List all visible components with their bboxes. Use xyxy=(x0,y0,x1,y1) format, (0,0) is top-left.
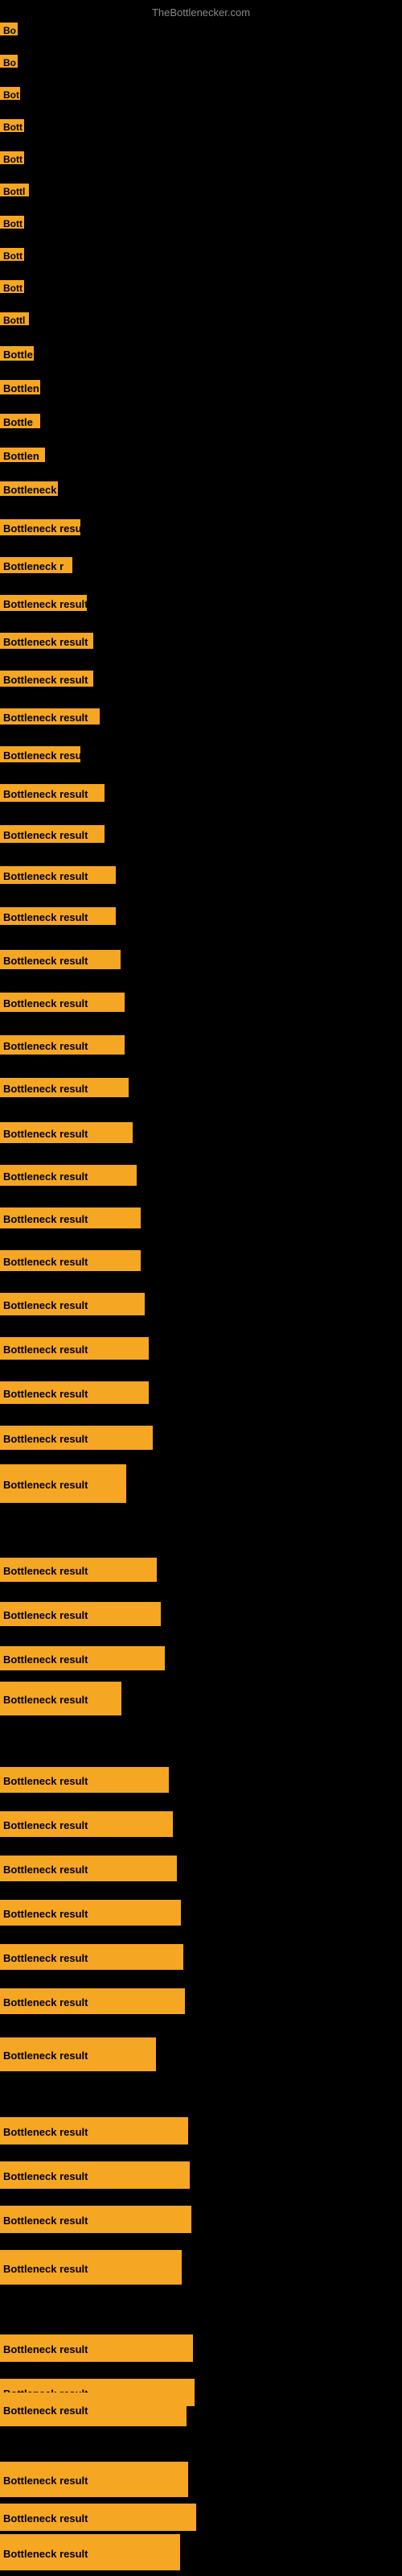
bottleneck-result-item: Bottleneck result xyxy=(0,2534,180,2570)
bottleneck-result-item: Bott xyxy=(0,248,24,261)
bottleneck-result-item: Bottleneck result xyxy=(0,1250,141,1271)
bottleneck-result-item: Bottleneck result xyxy=(0,1558,157,1582)
bottleneck-result-item: Bott xyxy=(0,119,24,132)
bottleneck-result-item: Bottleneck result xyxy=(0,1035,125,1055)
bottleneck-result-item: Bottleneck result xyxy=(0,2392,187,2426)
site-title: TheBottlenecker.com xyxy=(152,6,250,19)
bottleneck-result-item: Bottleneck result xyxy=(0,1208,141,1228)
bottleneck-result-item: Bottleneck result xyxy=(0,1122,133,1143)
bottleneck-result-item: Bottleneck result xyxy=(0,825,105,843)
bottleneck-result-item: Bottleneck result xyxy=(0,1293,145,1315)
bottleneck-result-item: Bottleneck result xyxy=(0,2462,188,2497)
bottleneck-result-item: Bot xyxy=(0,87,20,100)
bottleneck-result-item: Bottleneck result xyxy=(0,907,116,925)
bottleneck-result-item: Bottleneck result xyxy=(0,866,116,884)
bottleneck-result-item: Bottl xyxy=(0,184,29,196)
bottleneck-result-item: Bottleneck result xyxy=(0,708,100,724)
bottleneck-result-item: Bottleneck result xyxy=(0,2117,188,2145)
bottleneck-result-item: Bottleneck result xyxy=(0,1381,149,1404)
bottleneck-result-item: Bottleneck result xyxy=(0,1337,149,1360)
bottleneck-result-item: Bottlen xyxy=(0,380,40,394)
bottleneck-result-item: Bo xyxy=(0,55,18,68)
bottleneck-result-item: Bottleneck result xyxy=(0,2334,193,2362)
bottleneck-result-item: Bottleneck result xyxy=(0,1856,177,1881)
bottleneck-result-item: Bottleneck result xyxy=(0,633,93,649)
bottleneck-result-item: Bott xyxy=(0,216,24,229)
bottleneck-result-item: Bottleneck result xyxy=(0,1426,153,1450)
bottleneck-result-item: Bottleneck result xyxy=(0,1464,126,1503)
bottleneck-result-item: Bottleneck result xyxy=(0,671,93,687)
bottleneck-result-item: Bottleneck result xyxy=(0,2037,156,2071)
bottleneck-result-item: Bottle xyxy=(0,414,40,428)
bottleneck-result-item: Bottleneck result xyxy=(0,1682,121,1715)
bottleneck-result-item: Bottlen xyxy=(0,448,45,462)
bottleneck-result-item: Bottleneck resu xyxy=(0,519,80,535)
bottleneck-result-item: Bottleneck result xyxy=(0,1944,183,1970)
bottleneck-result-item: Bottleneck r xyxy=(0,557,72,573)
bottleneck-result-item: Bott xyxy=(0,151,24,164)
bottleneck-result-item: Bottleneck result xyxy=(0,2504,196,2531)
bottleneck-result-item: Bottleneck result xyxy=(0,595,87,611)
bottleneck-result-item: Bottleneck result xyxy=(0,1988,185,2014)
bottleneck-result-item: Bottle xyxy=(0,346,34,361)
bottleneck-result-item: Bottleneck result xyxy=(0,993,125,1012)
bottleneck-result-item: Bottleneck result xyxy=(0,1900,181,1926)
bottleneck-result-item: Bottleneck result xyxy=(0,950,121,969)
bottleneck-result-item: Bottleneck result xyxy=(0,1646,165,1670)
bottleneck-result-item: Bottleneck resu xyxy=(0,746,80,762)
bottleneck-result-item: Bottl xyxy=(0,312,29,325)
bottleneck-result-item: Bottleneck result xyxy=(0,1811,173,1837)
bottleneck-result-item: Bottleneck result xyxy=(0,1078,129,1097)
bottleneck-result-item: Bo xyxy=(0,23,18,35)
bottleneck-result-item: Bottleneck result xyxy=(0,2161,190,2189)
bottleneck-result-item: Bottleneck result xyxy=(0,1602,161,1626)
bottleneck-result-item: Bottleneck result xyxy=(0,784,105,802)
bottleneck-result-item: Bottleneck result xyxy=(0,2250,182,2285)
bottleneck-result-item: Bottleneck result xyxy=(0,2206,191,2233)
bottleneck-result-item: Bott xyxy=(0,280,24,293)
bottleneck-result-item: Bottleneck result xyxy=(0,1165,137,1186)
bottleneck-result-item: Bottleneck xyxy=(0,481,58,496)
bottleneck-result-item: Bottleneck result xyxy=(0,1767,169,1793)
